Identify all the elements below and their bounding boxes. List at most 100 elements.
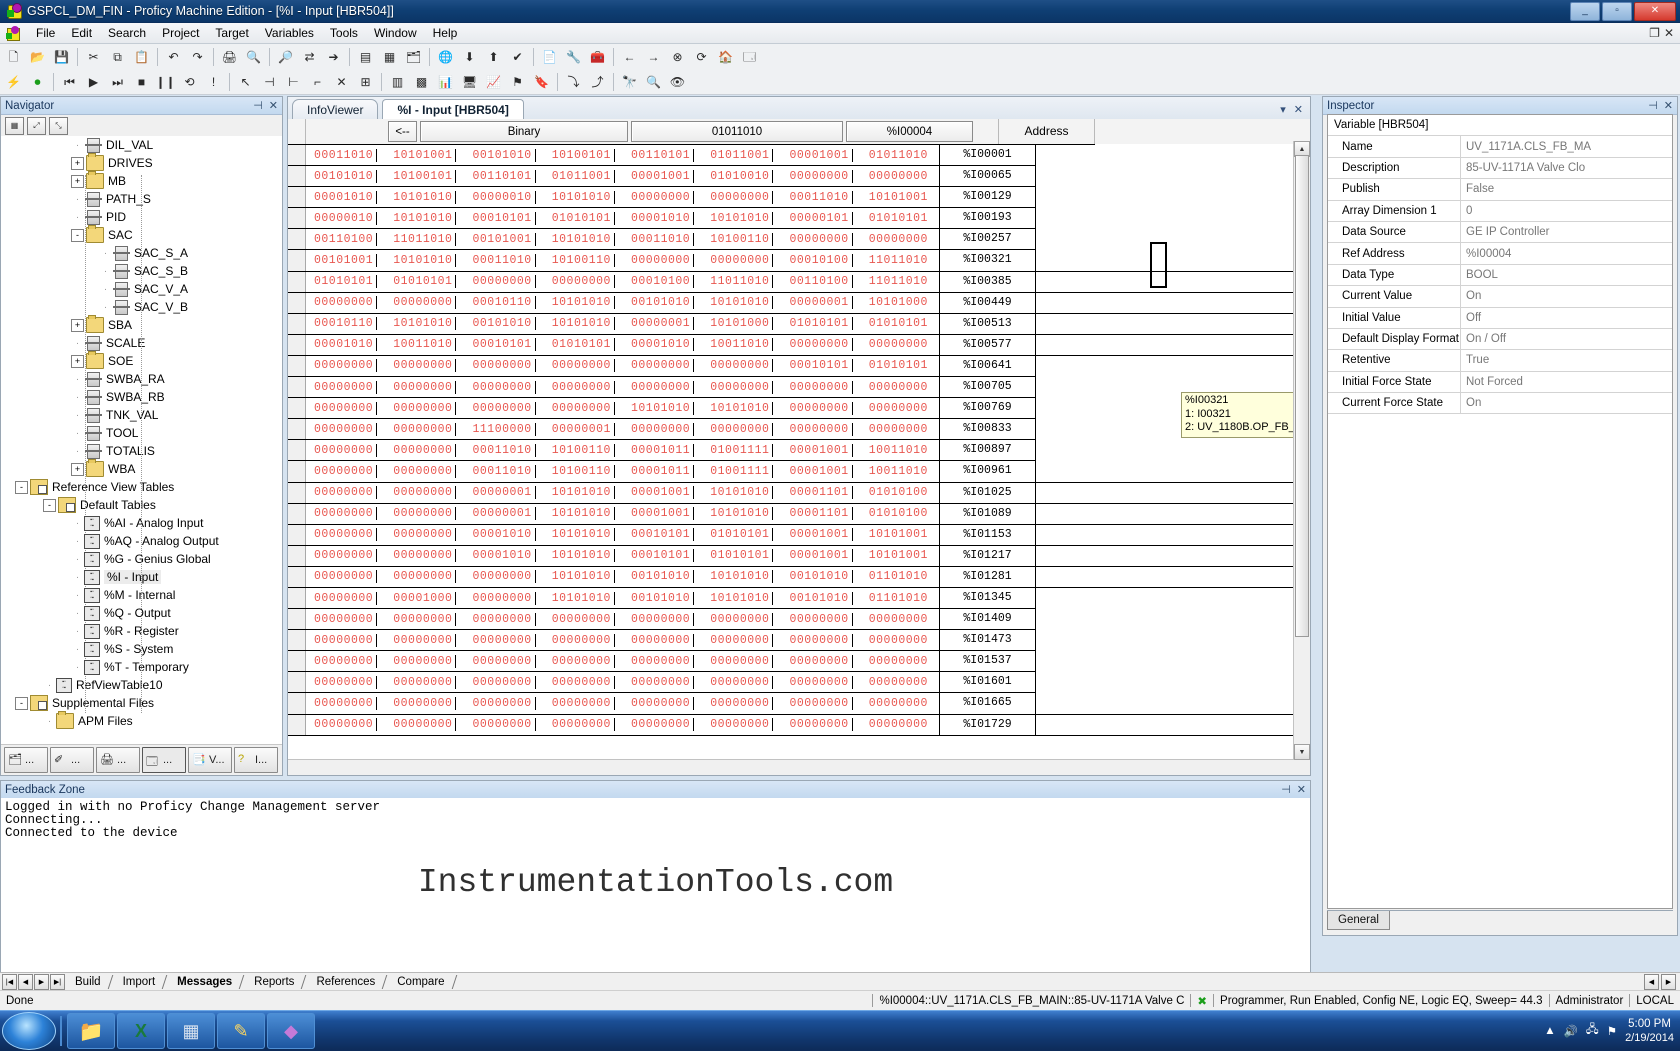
inspector-row[interactable]: Ref Address %I00004 [1328,243,1672,265]
minimize-button[interactable]: _ [1570,1,1600,21]
table-row[interactable]: 00000000 00000000 00000001 10101010 00001001… [288,503,1310,525]
bit-cell[interactable]: 00001010 [314,338,378,352]
insert-rung-icon[interactable]: ⊞ [354,70,377,93]
row-bit-cells[interactable]: 00000000 00000000 00000000 00000000 00000000… [306,675,939,689]
hscroll-left-button[interactable]: ◀ [1644,974,1659,990]
tree-toggle-icon[interactable]: - [15,480,28,494]
replace-icon[interactable]: ⇄ [298,45,321,68]
stop-nav-icon[interactable]: ⊗ [666,45,689,68]
bit-cell[interactable]: 00011010 [473,464,536,478]
bit-cell[interactable]: 00000000 [631,696,695,710]
bit-cell[interactable]: 00000000 [393,675,457,689]
bit-cell[interactable]: 10100110 [552,443,615,457]
bit-cell[interactable]: 10101010 [710,296,774,310]
table-row[interactable]: 00000010 10101010 00010101 01010101 00001010… [288,208,1310,230]
row-bit-cells[interactable]: 00000000 00000000 00011010 10100110 00001011… [306,443,939,457]
inspector-row[interactable]: Current Force State On [1328,393,1672,415]
validate-icon[interactable]: ✔ [506,45,529,68]
delete-rung-icon[interactable]: ✕ [330,70,353,93]
bit-cell[interactable]: 00010101 [631,528,695,542]
open-icon[interactable]: 📂 [26,45,49,68]
tree-toggle-icon[interactable]: + [71,156,84,170]
table-row[interactable]: 00000000 00000000 00000000 00000000 00000000… [288,355,1310,378]
bit-cell[interactable]: 00000000 [631,422,695,436]
bit-cell[interactable]: 00001001 [790,528,853,542]
bit-cell[interactable]: 10101010 [393,254,457,268]
bit-cell[interactable]: 01001111 [710,443,774,457]
bit-cell[interactable]: 00000001 [552,422,615,436]
bit-cell[interactable]: 00010101 [473,211,536,225]
bit-cell[interactable]: 00000000 [631,254,695,268]
bit-cell[interactable]: 00000000 [393,443,457,457]
table-row[interactable]: 00000000 00001000 00000000 10101010 00101010… [288,587,1310,610]
bit-cell[interactable]: 00000000 [869,381,931,394]
bit-cell[interactable]: 10101010 [552,507,615,521]
bit-cell[interactable]: 00000000 [393,380,457,394]
folder-view-icon[interactable]: 🗂 [402,45,425,68]
bit-cell[interactable]: 00000000 [631,654,695,668]
bit-cell[interactable]: 10101010 [710,486,774,500]
bit-cell[interactable]: 01010101 [314,275,378,289]
menu-window[interactable]: Window [366,24,425,42]
bit-cell[interactable]: 10101000 [710,317,774,331]
nav-tab-navigator[interactable]: 🗂... [4,747,48,773]
bit-cell[interactable]: 00101010 [314,169,378,183]
header-back-button[interactable]: <-- [388,121,417,142]
reset-icon[interactable]: ⟲ [178,70,201,93]
bit-cell[interactable]: 00001010 [473,528,536,542]
bit-cell[interactable]: 01101010 [869,592,931,605]
inspector-row[interactable]: Array Dimension 10 [1328,200,1672,222]
bit-cell[interactable]: 00000000 [710,380,774,394]
navigator-pin-icon[interactable]: ⊣ [253,99,263,112]
reference-view-icon[interactable]: ▦ [378,45,401,68]
tray-expand-icon[interactable]: ▲ [1544,1025,1555,1037]
pointer-icon[interactable]: ↖ [234,70,257,93]
online-icon[interactable]: 🌐 [434,45,457,68]
bit-cell[interactable]: 00001101 [790,507,853,521]
bit-cell[interactable]: 00000000 [314,359,378,373]
bit-cell[interactable]: 00000000 [552,675,615,689]
forward-nav-icon[interactable]: → [642,45,665,68]
table-row[interactable]: 00000000 00000000 00001010 10101010 00010101… [288,545,1310,567]
show-all-icon[interactable]: ▦ [5,116,24,135]
bit-cell[interactable]: 01011001 [552,169,615,183]
menu-file[interactable]: File [28,24,63,42]
bit-cell[interactable]: 00001101 [790,486,853,500]
back-nav-icon[interactable]: ← [618,45,641,68]
row-bit-cells[interactable]: 00000000 00000000 00000000 10101010 00101010… [306,570,939,584]
bit-cell[interactable]: 00000000 [710,675,774,689]
taskbar-paint-button[interactable]: ✎ [217,1013,265,1049]
bit-cell[interactable]: 00001010 [631,338,695,352]
bit-cell[interactable]: 10101010 [552,549,615,563]
find-icon[interactable]: 🔎 [274,45,297,68]
new-icon[interactable]: 🗋 [2,45,25,68]
close-button[interactable]: ✕ [1634,1,1676,21]
bit-cell[interactable]: 00000000 [314,380,378,394]
bit-cell[interactable]: 00000000 [552,718,615,732]
nav-tab-pencil[interactable]: ✐... [50,747,94,773]
bit-cell[interactable]: 00000000 [790,718,853,732]
flag-icon[interactable]: ⚑ [506,70,529,93]
bit-cell[interactable]: 00000000 [552,359,615,373]
row-bit-cells[interactable]: 00000000 00000000 00000001 10101010 00001001… [306,507,939,521]
refresh-nav-icon[interactable]: ⟳ [690,45,713,68]
inspector-tab-general[interactable]: General [1327,911,1390,930]
bit-cell[interactable]: 00000000 [631,190,695,204]
menu-target[interactable]: Target [207,24,256,42]
bit-cell[interactable]: 01010101 [869,359,931,372]
inspector-property-value[interactable]: On / Off [1461,333,1672,345]
bit-cell[interactable]: 10101010 [393,317,457,331]
bit-cell[interactable]: 10100110 [552,254,615,268]
header-ref-field[interactable]: %I00004 [846,121,973,142]
bit-cell[interactable]: 01010100 [869,507,931,520]
bit-cell[interactable]: 10101001 [869,528,931,541]
tab-import[interactable]: Import [113,974,168,990]
row-bit-cells[interactable]: 00000000 00000000 00001010 10101010 00010101… [306,549,939,563]
print-preview-icon[interactable]: 🔍 [242,45,265,68]
inspector-property-value[interactable]: UV_1171A.CLS_FB_MA [1461,141,1672,153]
bit-cell[interactable]: 10101010 [710,401,774,415]
row-bit-cells[interactable]: 00000000 00000000 00010110 10101010 00101010… [306,296,939,310]
bit-cell[interactable]: 00000001 [790,296,853,310]
bit-cell[interactable]: 10101010 [710,211,774,225]
row-bit-cells[interactable]: 00101010 10100101 00110101 01011001 00001001… [306,169,939,183]
